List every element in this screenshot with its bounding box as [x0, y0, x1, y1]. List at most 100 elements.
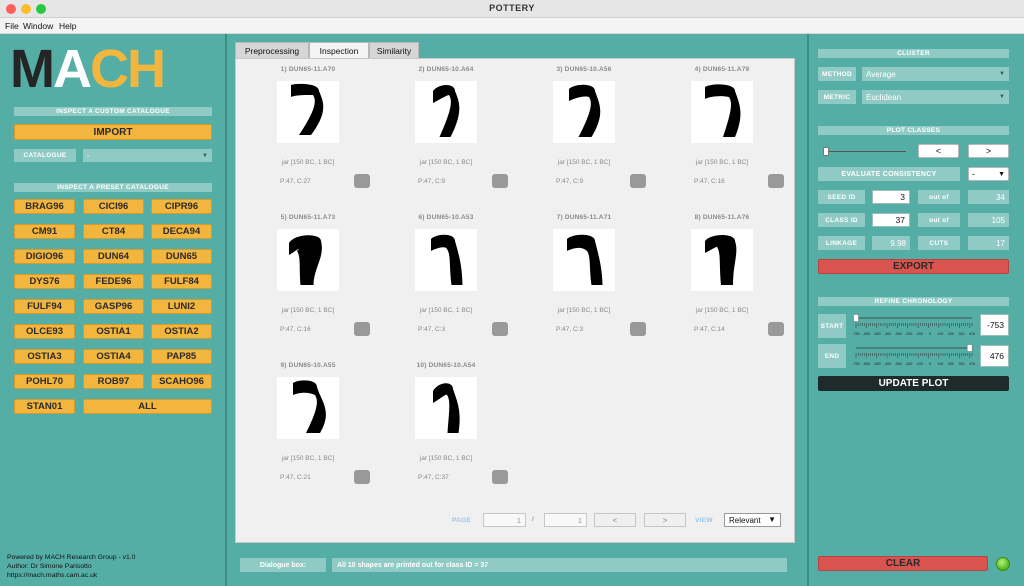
menu-help[interactable]: Help — [59, 21, 76, 31]
shape-select-checkbox[interactable] — [354, 174, 370, 188]
preset-fede96-button[interactable]: FEDE96 — [83, 274, 144, 289]
chevron-down-icon: ▼ — [998, 170, 1005, 178]
ruler-tick-label: 200 — [948, 362, 954, 366]
page-prev-button[interactable]: < — [594, 513, 636, 527]
shape-select-checkbox[interactable] — [768, 322, 784, 336]
preset-fulf84-button[interactable]: FULF84 — [151, 274, 212, 289]
shape-select-checkbox[interactable] — [492, 322, 508, 336]
clear-button[interactable]: CLEAR — [818, 556, 988, 571]
preset-digio96-button[interactable]: DIGIO96 — [14, 249, 75, 264]
next-class-button[interactable]: > — [968, 144, 1009, 158]
menu-file[interactable]: File — [5, 21, 19, 31]
preset-dun64-button[interactable]: DUN64 — [83, 249, 144, 264]
mach-logo: MACH — [10, 39, 166, 99]
ruler-tick-label: 0 — [929, 362, 931, 366]
shape-image[interactable] — [415, 377, 477, 439]
linkage-label: LINKAGE — [818, 236, 865, 250]
import-button[interactable]: IMPORT — [14, 124, 212, 140]
preset-olce93-button[interactable]: OLCE93 — [14, 324, 75, 339]
page-next-button[interactable]: > — [644, 513, 686, 527]
preset-ostia2-button[interactable]: OSTIA2 — [151, 324, 212, 339]
end-slider[interactable]: -753 -600 -500 -400 -300 -200 -100 0 100 200 300 47… — [852, 344, 976, 368]
preset-cipr96-button[interactable]: CIPR96 — [151, 199, 212, 214]
shape-image[interactable] — [277, 229, 339, 291]
preset-fulf94-button[interactable]: FULF94 — [14, 299, 75, 314]
preset-ct84-button[interactable]: CT84 — [83, 224, 144, 239]
shape-image[interactable] — [415, 229, 477, 291]
preset-all-button[interactable]: ALL — [83, 399, 212, 414]
preset-stan01-button[interactable]: STAN01 — [14, 399, 75, 414]
view-label: VIEW — [695, 517, 713, 524]
export-button[interactable]: EXPORT — [818, 259, 1009, 274]
catalogue-select[interactable]: - ▼ — [83, 149, 212, 162]
shape-image[interactable] — [415, 81, 477, 143]
preset-rob97-button[interactable]: ROB97 — [83, 374, 144, 389]
shape-select-checkbox[interactable] — [354, 322, 370, 336]
start-input[interactable]: -753 — [980, 314, 1009, 336]
class-slider-thumb[interactable] — [823, 147, 829, 156]
start-label: START — [818, 314, 846, 338]
preset-ostia3-button[interactable]: OSTIA3 — [14, 349, 75, 364]
preset-ostia1-button[interactable]: OSTIA1 — [83, 324, 144, 339]
ruler-tick-label: 476 — [969, 332, 975, 336]
shape-select-checkbox[interactable] — [630, 322, 646, 336]
preset-deca94-button[interactable]: DECA94 — [151, 224, 212, 239]
ruler-thumb[interactable] — [853, 314, 859, 322]
tab-similarity[interactable]: Similarity — [369, 42, 419, 58]
chevron-down-icon: ▼ — [768, 515, 776, 524]
shape-select-checkbox[interactable] — [768, 174, 784, 188]
metric-select[interactable]: Euclidean ▼ — [862, 90, 1009, 104]
ruler-tick-label: -300 — [895, 362, 902, 366]
tab-preprocessing[interactable]: Preprocessing — [235, 42, 309, 58]
menu-bar: File Window Help — [0, 18, 1024, 34]
shape-type: jar [150 BC, 1 BC] — [557, 159, 611, 166]
shape-select-checkbox[interactable] — [630, 174, 646, 188]
preset-scaho96-button[interactable]: SCAHO96 — [151, 374, 212, 389]
shape-card: 5) DUN65-11.A73 jar [150 BC, 1 BC] P:47, C… — [239, 214, 377, 354]
preset-cm91-button[interactable]: CM91 — [14, 224, 75, 239]
prev-class-button[interactable]: < — [918, 144, 959, 158]
method-select[interactable]: Average ▼ — [862, 67, 1009, 81]
shape-type: jar [150 BC, 1 BC] — [419, 307, 473, 314]
tab-inspection[interactable]: Inspection — [309, 42, 369, 58]
shape-image[interactable] — [553, 81, 615, 143]
cluster-header: CLUSTER — [818, 49, 1009, 58]
shape-image[interactable] — [691, 229, 753, 291]
preset-pap85-button[interactable]: PAP85 — [151, 349, 212, 364]
preset-ostia4-button[interactable]: OSTIA4 — [83, 349, 144, 364]
preset-brag96-button[interactable]: BRAG96 — [14, 199, 75, 214]
class-id-input[interactable]: 37 — [872, 213, 910, 227]
view-select[interactable]: Relevant ▼ — [724, 513, 781, 527]
ruler-tick-label: 100 — [937, 332, 943, 336]
preset-cici96-button[interactable]: CICI96 — [83, 199, 144, 214]
start-slider[interactable]: -753 -600 -500 -400 -300 -200 -100 0 100 200 300 47… — [852, 314, 976, 338]
page-input[interactable]: 1 — [483, 513, 526, 527]
evaluate-select[interactable]: - ▼ — [968, 167, 1009, 181]
ruler-thumb[interactable] — [966, 344, 973, 352]
shape-image[interactable] — [691, 81, 753, 143]
preset-dun65-button[interactable]: DUN65 — [151, 249, 212, 264]
shape-profile-svg — [567, 234, 603, 285]
shape-select-checkbox[interactable] — [354, 470, 370, 484]
shape-type: jar [150 BC, 1 BC] — [695, 159, 749, 166]
shape-image[interactable] — [553, 229, 615, 291]
preset-pohl70-button[interactable]: POHL70 — [14, 374, 75, 389]
shape-type: jar [150 BC, 1 BC] — [281, 159, 335, 166]
seed-id-input[interactable]: 3 — [872, 190, 910, 204]
shape-image[interactable] — [277, 377, 339, 439]
end-label: END — [818, 344, 846, 368]
ruler-tick-label: 100 — [937, 362, 943, 366]
shape-select-checkbox[interactable] — [492, 470, 508, 484]
shape-pc: P:47, C:9 — [418, 178, 446, 185]
ruler-tick-label: 300 — [958, 332, 964, 336]
shape-select-checkbox[interactable] — [492, 174, 508, 188]
preset-dys76-button[interactable]: DYS76 — [14, 274, 75, 289]
end-input[interactable]: 476 — [980, 345, 1009, 367]
evaluate-consistency-button[interactable]: EVALUATE CONSISTENCY — [818, 167, 960, 181]
preset-luni2-button[interactable]: LUNI2 — [151, 299, 212, 314]
shape-image[interactable] — [277, 81, 339, 143]
menu-window[interactable]: Window — [23, 21, 53, 31]
preset-gasp96-button[interactable]: GASP96 — [83, 299, 144, 314]
class-id-label: CLASS ID — [818, 213, 865, 227]
update-plot-button[interactable]: UPDATE PLOT — [818, 376, 1009, 391]
